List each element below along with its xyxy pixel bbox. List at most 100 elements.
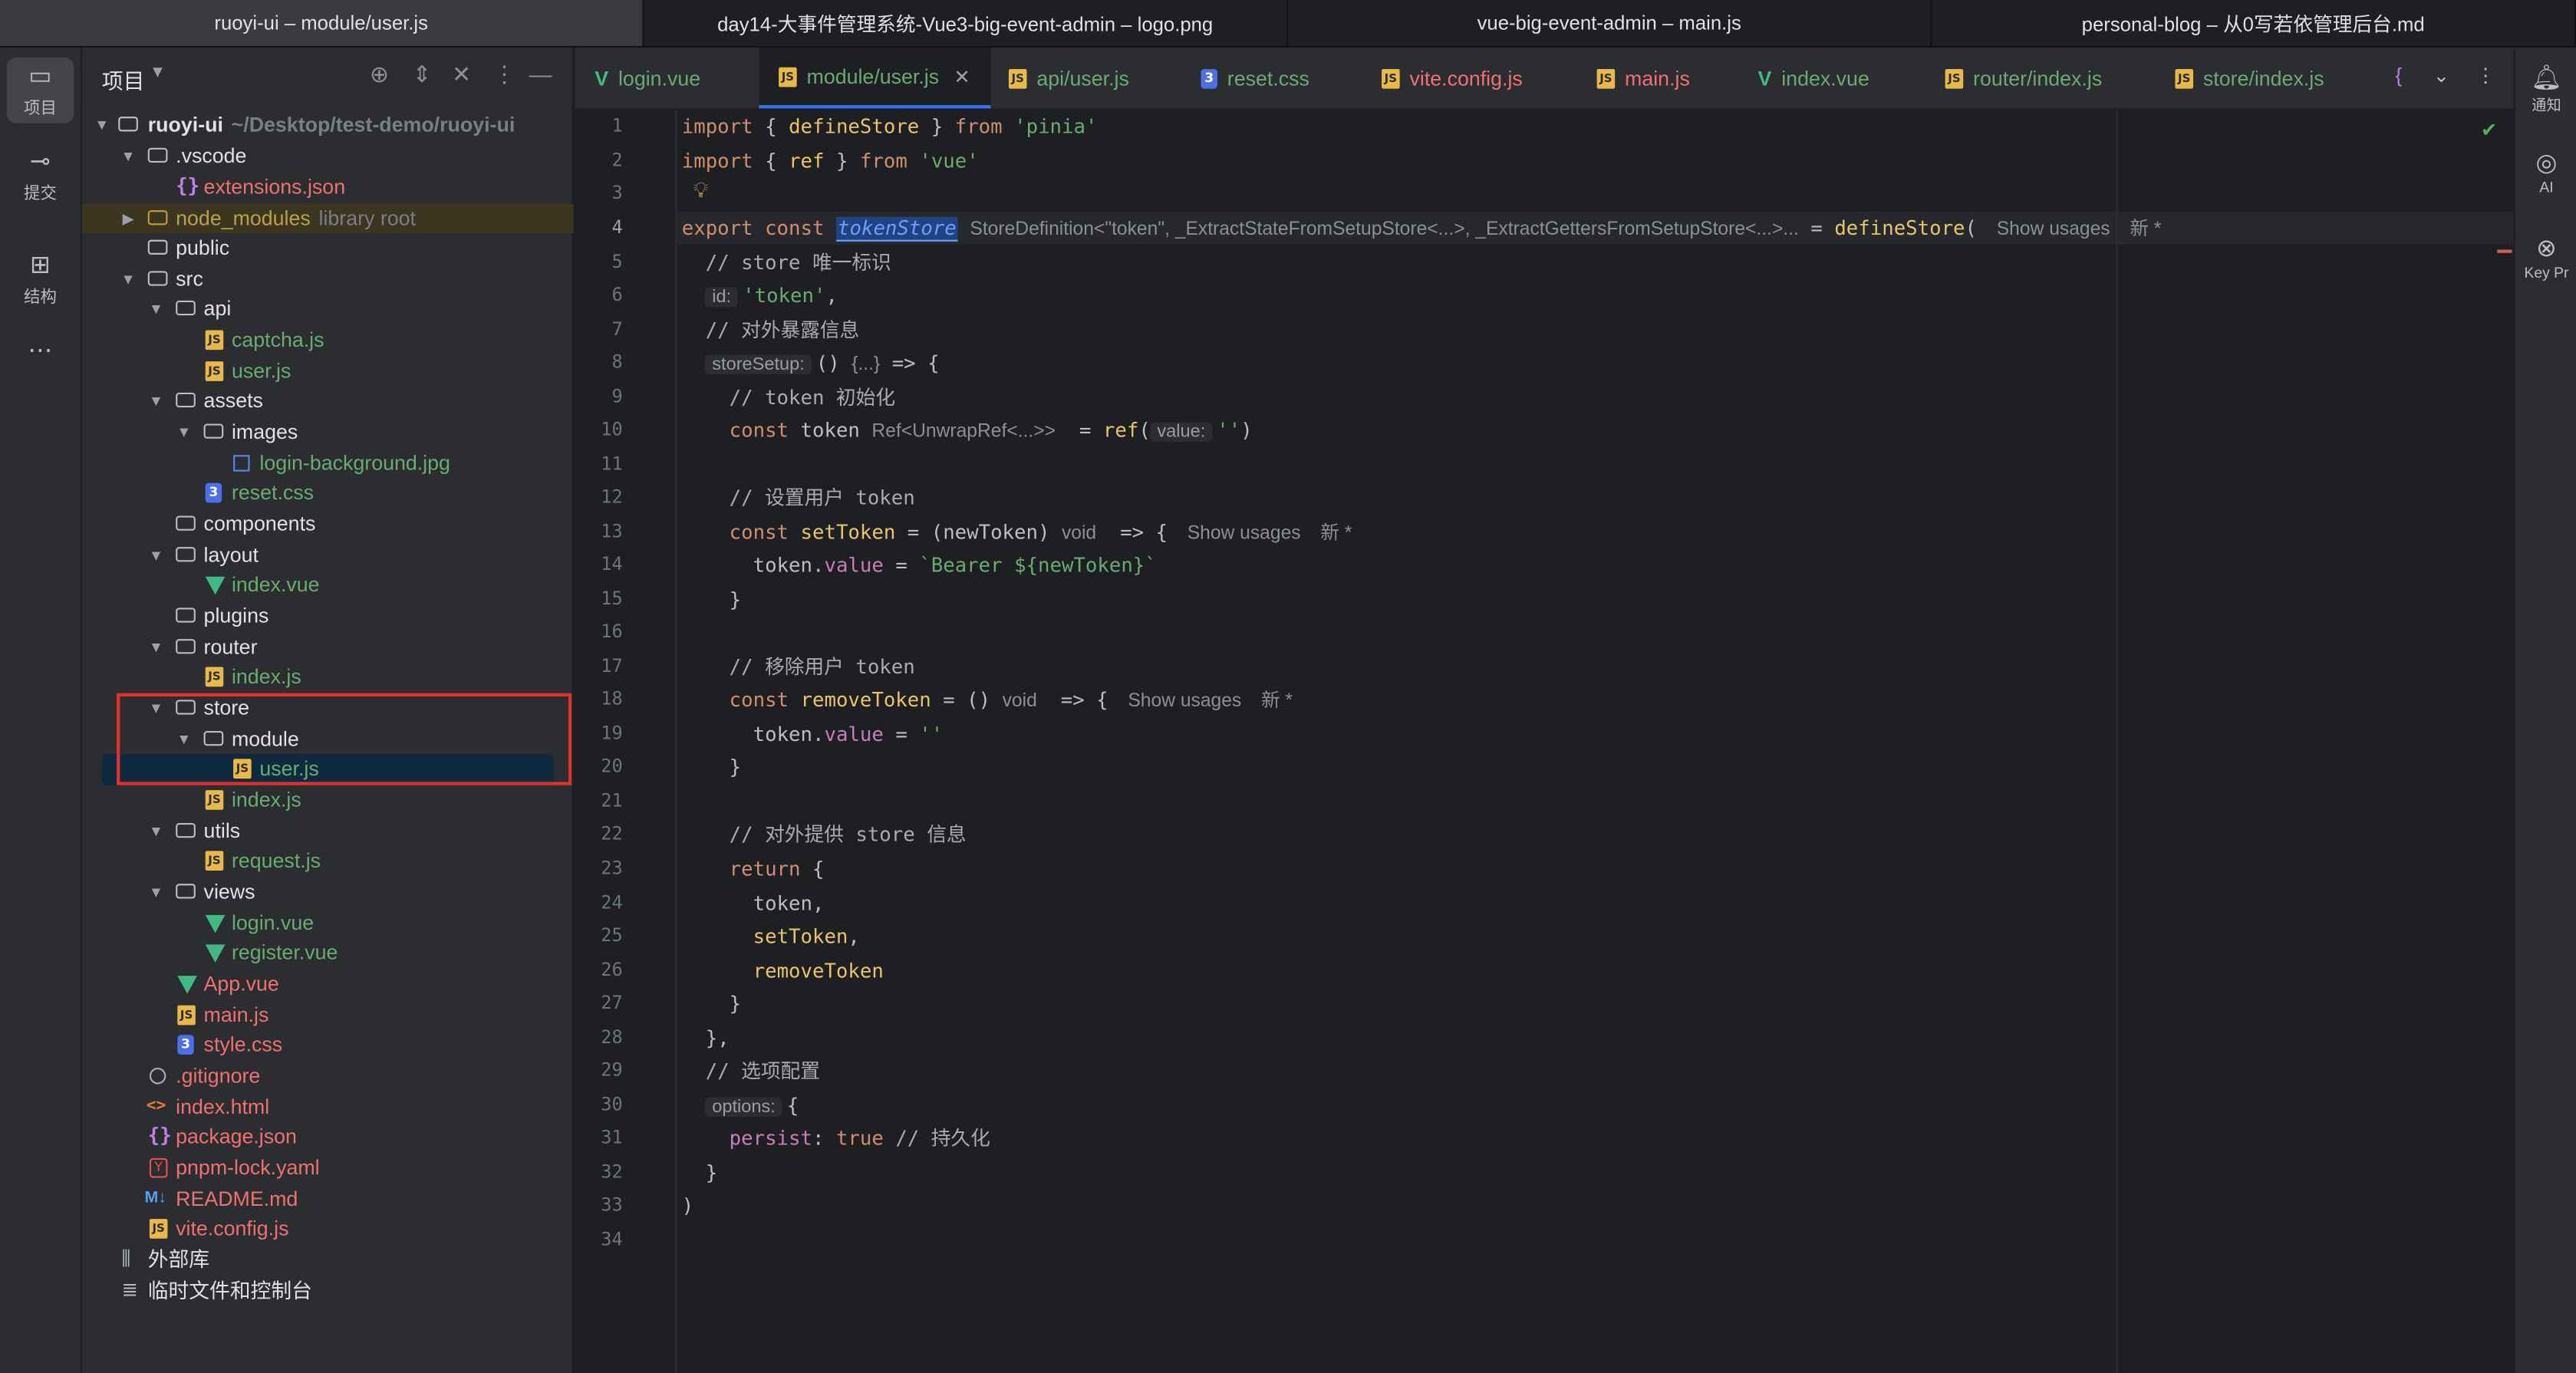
tree-item-reset-css[interactable]: 3 reset.css (82, 478, 573, 508)
tree-item-pnpm-lock[interactable]: Y pnpm-lock.yaml (82, 1153, 573, 1183)
tree-item-login-vue[interactable]: login.vue (82, 908, 573, 938)
chevron-down-icon[interactable]: ▼ (150, 64, 166, 83)
line-number: 32 (601, 1161, 623, 1183)
tree-item-gitignore[interactable]: .gitignore (82, 1061, 573, 1091)
tree-item-style-css[interactable]: 3 style.css (82, 1030, 573, 1060)
tree-item-package-json[interactable]: {} package.json (82, 1122, 573, 1152)
tab-router-index-js[interactable]: JS router/index.js (1945, 48, 2102, 108)
chevron-down-icon[interactable]: ▼ (147, 386, 166, 416)
tree-item-plugins[interactable]: plugins (82, 601, 573, 631)
project-tool-button[interactable]: ▭ 项目 (6, 57, 74, 123)
commit-tool-button[interactable]: ⊸ 提交 (7, 143, 74, 209)
tab-index-vue[interactable]: V index.vue (1758, 48, 1869, 108)
chevron-down-icon[interactable]: ▼ (147, 541, 166, 571)
tree-item-api-user-js[interactable]: JS user.js (82, 357, 573, 387)
collapse-all-icon[interactable]: ✕ (452, 61, 471, 88)
tree-item-utils[interactable]: ▼ utils (82, 816, 573, 846)
tab-login-vue[interactable]: V login.vue (595, 48, 700, 108)
tree-item-ruoyi-ui[interactable]: ▼ ruoyi-ui ~/Desktop/test-demo/ruoyi-ui (82, 110, 573, 140)
line-number: 7 (611, 318, 623, 341)
tree-item-label: index.js (231, 788, 301, 812)
css-file-icon: 3 (1201, 67, 1217, 88)
tree-item-scratches[interactable]: ≣ 临时文件和控制台 (82, 1276, 573, 1306)
window-tab-big-event-admin[interactable]: day14-大事件管理系统-Vue3-big-event-admin – log… (644, 0, 1289, 48)
folder-icon (147, 239, 168, 255)
show-usages-link[interactable]: Show usages (1188, 524, 1301, 544)
tree-item-label: user.js (231, 360, 292, 383)
line-number: 23 (601, 857, 623, 879)
js-file-icon: JS (205, 361, 224, 381)
project-panel-title[interactable]: 项目 (102, 64, 145, 96)
tree-item-request-js[interactable]: JS request.js (82, 846, 573, 876)
tree-item-captcha-js[interactable]: JS captcha.js (82, 325, 573, 355)
tree-item-router[interactable]: ▼ router (82, 633, 573, 663)
error-stripe-marker[interactable] (2497, 249, 2512, 253)
folder-icon (203, 423, 224, 439)
ai-assistant-button[interactable]: ◎ AI (2515, 150, 2576, 196)
tree-item-register-vue[interactable]: register.vue (82, 938, 573, 968)
more-icon[interactable]: ⋮ (2476, 64, 2495, 87)
structure-tool-button[interactable]: ⊞ 结构 (7, 246, 74, 312)
expand-all-icon[interactable]: ⇕ (413, 61, 432, 88)
line-number: 28 (601, 1026, 623, 1049)
window-tab-personal-blog[interactable]: personal-blog – 从0写若依管理后台.md (1932, 0, 2576, 48)
tree-item-images[interactable]: ▼ images (82, 417, 573, 447)
show-usages-link[interactable]: Show usages (1128, 692, 1241, 712)
tree-item-vite-config[interactable]: JS vite.config.js (82, 1214, 573, 1244)
window-tab-vue-big-event-admin[interactable]: vue-big-event-admin – main.js (1288, 0, 1932, 48)
tab-main-js[interactable]: JS main.js (1596, 48, 1690, 108)
notifications-button[interactable]: 🔔︎ 通知 (2515, 64, 2576, 115)
inspection-ok-icon[interactable]: ✔ (2481, 118, 2498, 141)
tree-item-index-html[interactable]: <> index.html (82, 1092, 573, 1122)
chevron-down-icon[interactable]: ▼ (147, 877, 166, 907)
tree-item-layout-index-vue[interactable]: index.vue (82, 570, 573, 600)
chevron-down-icon[interactable]: ▼ (118, 265, 138, 295)
tab-store-index-js[interactable]: JS store/index.js (2175, 48, 2324, 108)
tree-item-vscode[interactable]: ▼ .vscode (82, 141, 573, 171)
tree-item-src[interactable]: ▼ src (82, 265, 573, 295)
close-icon[interactable]: ✕ (954, 65, 970, 88)
tree-item-store-index-js[interactable]: JS index.js (82, 785, 573, 815)
minimize-icon[interactable]: — (529, 61, 552, 87)
tree-item-router-index-js[interactable]: JS index.js (82, 662, 573, 692)
chevron-right-icon[interactable]: ▶ (118, 204, 138, 234)
tree-item-external-libraries[interactable]: ⫼ 外部库 (82, 1245, 573, 1275)
window-tab-ruoyi-ui[interactable]: ruoyi-ui – module/user.js (0, 0, 644, 48)
json-file-icon[interactable]: { (2395, 64, 2402, 87)
selected-symbol[interactable]: tokenStore (835, 216, 958, 242)
chevron-down-icon[interactable]: ▼ (147, 816, 166, 846)
tree-item-layout[interactable]: ▼ layout (82, 541, 573, 571)
tree-item-app-vue[interactable]: App.vue (82, 970, 573, 999)
tab-api-user-js[interactable]: JS api/user.js (1008, 48, 1129, 108)
folder-icon (176, 547, 196, 562)
chevron-down-icon[interactable]: ▼ (174, 417, 194, 447)
tree-item-views[interactable]: ▼ views (82, 877, 573, 907)
chevron-down-icon[interactable]: ▼ (147, 294, 166, 324)
more-tools-button[interactable]: ⋯ (7, 321, 74, 387)
chevron-down-icon[interactable]: ▼ (147, 633, 166, 663)
tree-item-node-modules[interactable]: ▶ node_modules library root (82, 203, 574, 234)
chevron-down-icon[interactable]: ▼ (92, 110, 112, 140)
tree-item-main-js[interactable]: JS main.js (82, 1000, 573, 1030)
tree-item-extensions-json[interactable]: {} extensions.json (82, 173, 573, 202)
chevron-down-icon[interactable]: ▼ (118, 141, 138, 171)
tree-item-components[interactable]: components (82, 509, 573, 539)
code-line-17: // 移除用户 token (729, 655, 915, 679)
tab-vite-config-js[interactable]: JS vite.config.js (1382, 48, 1523, 108)
show-usages-link[interactable]: Show usages (1997, 220, 2110, 240)
tab-reset-css[interactable]: 3 reset.css (1201, 48, 1309, 108)
tree-item-api[interactable]: ▼ api (82, 294, 573, 324)
vue-file-icon: V (595, 66, 609, 90)
tab-module-user-js[interactable]: JS module/user.js ✕ (759, 48, 990, 109)
key-promoter-button[interactable]: ⊗ Key Pr (2515, 235, 2576, 281)
code-editor[interactable]: 💡︎ import { defineStore } from 'pinia' i… (677, 110, 2514, 1373)
tree-item-login-background[interactable]: login-background.jpg (82, 449, 573, 479)
options-icon[interactable]: ⋮ (492, 61, 516, 88)
locate-icon[interactable]: ⊕ (370, 61, 389, 88)
line-number: 31 (601, 1127, 623, 1148)
tree-item-public[interactable]: public (82, 233, 573, 263)
chevron-down-icon[interactable]: ⌄ (2433, 64, 2450, 87)
tree-item-readme[interactable]: M↓ README.md (82, 1184, 573, 1214)
lightbulb-icon[interactable]: 💡︎ (693, 177, 709, 203)
tree-item-assets[interactable]: ▼ assets (82, 386, 573, 416)
